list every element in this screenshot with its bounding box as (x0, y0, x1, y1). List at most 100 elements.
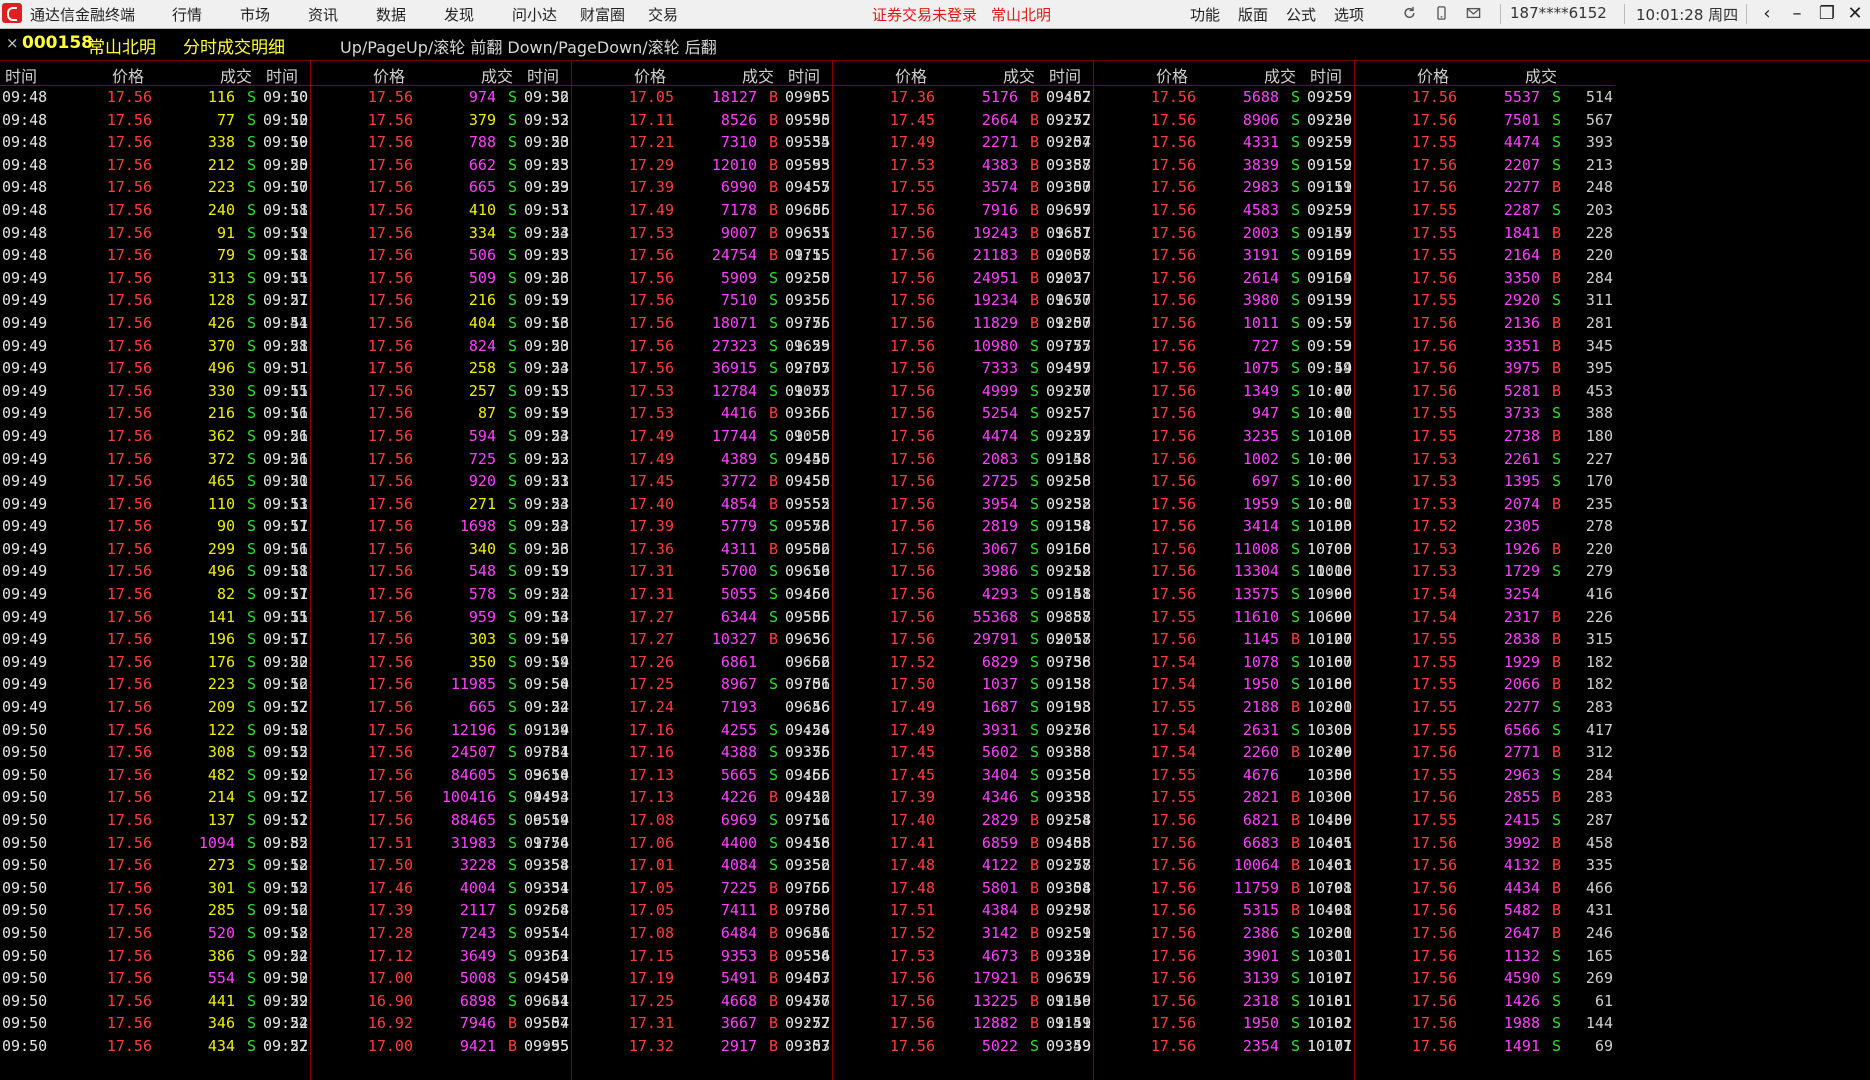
trade-row: 10:01 17.56 5482 B 431 (1305, 899, 1615, 922)
trade-time: 09:59 (1307, 246, 1353, 265)
trade-volume: 4590 (1503, 969, 1540, 988)
menu-item-data[interactable]: 数据 (376, 4, 444, 25)
trade-price: 17.56 (367, 313, 413, 332)
trade-direction: S (1291, 946, 1301, 965)
trade-count: 279 (1585, 562, 1613, 581)
user-account[interactable]: 187****6152 (1510, 4, 1607, 22)
menu-item-options[interactable]: 选项 (1334, 4, 1382, 25)
trade-price: 17.56 (1150, 313, 1196, 332)
trade-volume: 8526 (720, 110, 757, 129)
trade-time: 09:56 (785, 856, 831, 875)
trade-time: 09:58 (1046, 811, 1092, 829)
trade-direction: S (1552, 698, 1562, 717)
trade-volume: 273 (207, 856, 235, 875)
trade-volume: 1841 (1503, 223, 1540, 242)
menu-item-news[interactable]: 资讯 (308, 4, 376, 25)
trade-volume: 137 (207, 811, 235, 829)
trade-time: 09:50 (2, 1014, 48, 1033)
trade-row: 10:01 17.56 3992 B 458 (1305, 832, 1615, 855)
trade-direction: S (1291, 720, 1301, 739)
trade-price: 17.08 (628, 811, 674, 829)
trade-volume: 3980 (1242, 291, 1279, 310)
header-price: 价格 (895, 67, 928, 86)
menu-item-discover[interactable]: 发现 (444, 4, 512, 25)
trade-count: 203 (1585, 200, 1613, 219)
trade-volume: 91 (216, 223, 235, 242)
trade-price: 17.56 (367, 155, 413, 174)
back-icon[interactable]: ‹ (1752, 1, 1782, 27)
trade-count: 144 (1585, 1014, 1613, 1033)
trade-time: 09:58 (1046, 698, 1092, 717)
trade-volume: 100416 (441, 788, 496, 807)
trade-count: 228 (1585, 223, 1613, 242)
close-icon[interactable]: ✕ (1840, 1, 1870, 27)
trade-price: 17.56 (1150, 1014, 1196, 1033)
menu-item-market[interactable]: 市场 (240, 4, 308, 25)
trade-direction: S (1552, 720, 1562, 739)
trade-price: 17.56 (106, 923, 152, 942)
trade-price: 17.56 (1150, 833, 1196, 852)
trade-time: 09:51 (263, 404, 309, 423)
trade-direction: S (1030, 472, 1040, 491)
trade-price: 17.51 (367, 833, 413, 852)
trade-volume: 303 (468, 630, 496, 649)
trade-direction: S (508, 878, 518, 897)
restore-icon[interactable]: ❐ (1812, 1, 1842, 27)
trade-price: 17.56 (1411, 359, 1457, 378)
trade-time: 10:00 (1307, 788, 1353, 807)
trade-time: 09:54 (524, 743, 570, 762)
trade-time: 09:50 (2, 856, 48, 875)
trade-time: 09:49 (2, 675, 48, 694)
menu-item-trade[interactable]: 交易 (648, 4, 716, 25)
trade-price: 17.56 (1150, 494, 1196, 513)
trade-detail-grid[interactable]: 时间 价格 成交 09:48 17.56 116 S 10 09:48 17.56 77 S 12… (0, 61, 1870, 1080)
trade-direction: B (769, 88, 779, 106)
menu-item-function[interactable]: 功能 (1190, 4, 1238, 25)
trade-time: 09:52 (263, 743, 309, 762)
minimize-icon[interactable]: – (1782, 1, 1812, 27)
trade-price: 17.55 (1411, 426, 1457, 445)
trade-volume: 6898 (459, 991, 496, 1010)
trade-volume: 1926 (1503, 539, 1540, 558)
refresh-icon[interactable] (1402, 6, 1417, 20)
trade-price: 17.40 (628, 494, 674, 513)
trade-time: 09:58 (1046, 539, 1092, 558)
trade-price: 17.56 (889, 585, 935, 604)
trade-volume: 1132 (1503, 946, 1540, 965)
trade-volume: 13304 (1233, 562, 1279, 581)
trade-price: 17.49 (628, 200, 674, 219)
trade-direction: S (1030, 1036, 1040, 1055)
trade-direction: B (1552, 923, 1562, 942)
trade-time: 09:59 (1307, 359, 1353, 378)
trade-price: 17.54 (1150, 675, 1196, 694)
trade-volume: 77 (216, 110, 235, 129)
trade-time: 09:50 (2, 991, 48, 1010)
trade-price: 17.56 (367, 472, 413, 491)
trade-row: 10:00 17.54 2317 B 226 (1305, 606, 1615, 629)
menu-item-wealth-circle[interactable]: 财富圈 (580, 4, 648, 25)
phone-icon[interactable] (1434, 6, 1449, 20)
trade-direction: B (1552, 223, 1562, 242)
trade-direction: S (1291, 223, 1301, 242)
login-status[interactable]: 证券交易未登录 常山北明 (872, 4, 1051, 25)
trade-time: 09:57 (1046, 200, 1092, 219)
header-volume: 成交 (742, 67, 775, 86)
trade-volume: 5022 (981, 1036, 1018, 1055)
trade-direction: B (1030, 1014, 1040, 1033)
trade-time: 09:55 (785, 494, 831, 513)
menu-item-ask-xiaoda[interactable]: 问小达 (512, 4, 580, 25)
trade-time: 09:57 (1046, 88, 1092, 106)
trade-direction: S (769, 675, 779, 694)
trade-volume: 216 (468, 291, 496, 310)
menu-item-formula[interactable]: 公式 (1286, 4, 1334, 25)
mail-icon[interactable] (1466, 6, 1481, 20)
panel-close-icon[interactable]: × (6, 34, 19, 52)
trade-volume: 3414 (1242, 517, 1279, 536)
trade-time: 10:01 (1307, 946, 1353, 965)
trade-row: 10:00 17.55 2838 B 315 (1305, 628, 1615, 651)
menu-item-quotes[interactable]: 行情 (172, 4, 240, 25)
trade-price: 17.16 (628, 720, 674, 739)
trade-direction: S (769, 268, 779, 287)
trade-price: 17.56 (889, 381, 935, 400)
menu-item-layout[interactable]: 版面 (1238, 4, 1286, 25)
